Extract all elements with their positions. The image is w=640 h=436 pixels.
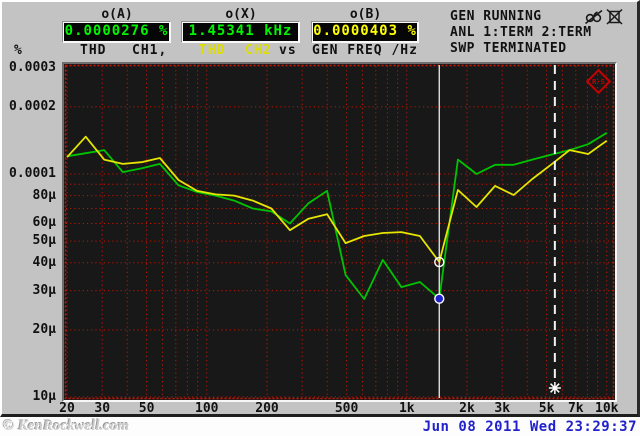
readout-a-label: o(A) [101, 7, 133, 22]
trace-ch1 [66, 132, 608, 300]
watermark: © KenRockwell.com [3, 418, 130, 434]
x-quantity-label: GEN FREQ /Hz [312, 43, 418, 58]
legend-ch2-function: THD [199, 43, 226, 58]
x-tick-label: 1k [398, 401, 415, 416]
y-tick-label: 20µ [32, 321, 56, 337]
app-frame: o(A) o(X) o(B) 0.0000276 % 1.45341 kHz 0… [0, 0, 640, 436]
x-tick-label: 200 [255, 401, 279, 416]
monitor-disabled-icon [606, 8, 623, 25]
trace-ch2 [66, 135, 608, 263]
readout-x-box: 1.45341 kHz [182, 22, 300, 43]
x-tick-label: 10k [595, 401, 619, 416]
readout-a-box: 0.0000276 % [63, 22, 171, 43]
readout-b-label: o(B) [349, 7, 382, 22]
svg-text:R·S: R·S [592, 78, 605, 86]
readout-x-value: 1.45341 kHz [188, 23, 293, 39]
y-tick-label: 60µ [32, 215, 56, 231]
cursor-marker[interactable] [434, 293, 445, 304]
instrument-screen: o(A) o(X) o(B) 0.0000276 % 1.45341 kHz 0… [0, 0, 640, 417]
readout-x-label: o(X) [225, 7, 257, 22]
plot-canvas[interactable]: R·S [64, 64, 615, 400]
legend-ch1-name: CH1, [132, 43, 168, 58]
readout-a-value: 0.0000276 % [64, 23, 169, 39]
x-tick-label: 20 [59, 401, 75, 416]
y-tick-label: 30µ [32, 282, 56, 298]
x-tick-label: 100 [195, 401, 219, 416]
y-tick-label: 0.0003 [9, 59, 56, 75]
y-tick-label: 40µ [32, 254, 56, 270]
x-tick-label: 50 [138, 401, 155, 416]
legend-vs-label: vs [279, 43, 297, 58]
rohde-schwarz-logo: R·S [585, 68, 612, 95]
x-tick-label: 3k [494, 401, 511, 416]
y-tick-label: 50µ [32, 233, 56, 249]
status-generator: GEN RUNNING [450, 9, 542, 24]
readout-b-box: 0.0000403 % [312, 22, 419, 43]
x-tick-label: 30 [94, 401, 111, 416]
mouse-disabled-icon [585, 9, 603, 25]
readout-b-value: 0.0000403 % [313, 23, 417, 39]
x-tick-label: 2k [459, 401, 475, 416]
plot-frame: R·S [62, 62, 617, 402]
y-tick-label: 0.0001 [9, 166, 56, 181]
y-axis-tick-labels: 0.0003 0.0002 0.0001 80µ 60µ 50µ 40µ 30µ 20µ 10µ [4, 2, 58, 419]
y-tick-label: 0.0002 [9, 98, 56, 114]
legend-ch1-function: THD [80, 43, 107, 58]
x-tick-label: 500 [334, 401, 359, 416]
status-sweep: SWP TERMINATED [450, 41, 567, 56]
legend-ch2-name: CH2 [245, 43, 272, 58]
x-axis-tick-labels: 20 30 50 100 200 500 1k 2k 3k 5k 7k 10k [2, 401, 640, 417]
y-tick-label: 80µ [32, 187, 56, 203]
datetime: Jun 08 2011 Wed 23:29:37 [422, 419, 637, 435]
status-analyzer: ANL 1:TERM 2:TERM [450, 25, 592, 40]
